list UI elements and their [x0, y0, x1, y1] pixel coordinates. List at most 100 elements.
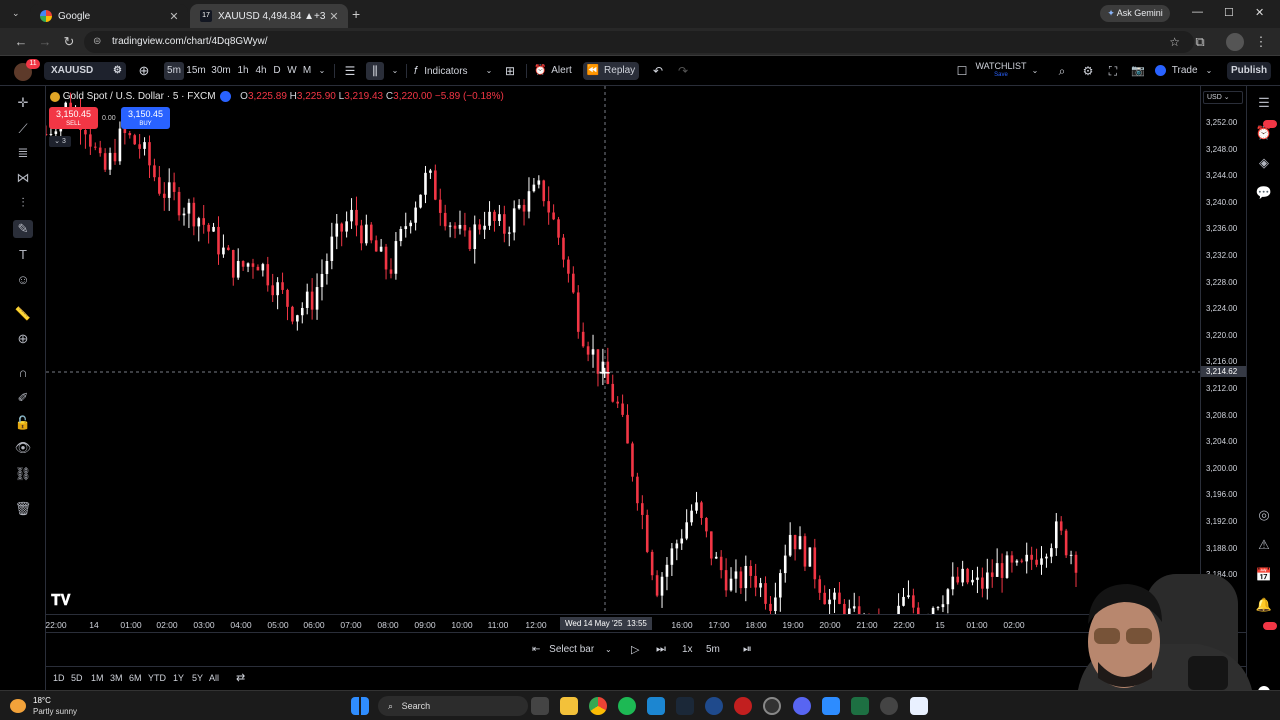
fib-retracement-icon[interactable]: ≣ — [13, 144, 33, 162]
chart-pane[interactable]: + Gold Spot / U.S. Dollar · 5 · FXCM O3,… — [46, 86, 1200, 614]
range-3m[interactable]: 3M — [110, 673, 123, 683]
layers-icon[interactable]: ◈ — [1255, 154, 1273, 172]
select-bar-button[interactable]: ⇤ Select bar ⌄ — [532, 642, 612, 658]
maximize-icon[interactable]: ☐ — [1224, 6, 1234, 19]
range-1d[interactable]: 1D — [53, 673, 65, 683]
price-axis[interactable]: USD ⌄ 3,252.00 3,248.00 3,244.00 3,240.00 3,… — [1200, 86, 1247, 614]
watchlist-button[interactable]: WATCHLIST Save — [974, 62, 1028, 80]
step-forward-icon[interactable]: ⏭ — [656, 643, 666, 656]
chevron-down-icon[interactable]: ⌄ — [316, 62, 328, 80]
watchlist-checkbox[interactable]: ☐ — [955, 62, 969, 80]
obs-icon[interactable] — [763, 697, 781, 715]
fullscreen-icon[interactable]: ⛶ — [1105, 62, 1121, 80]
candlestick-chart[interactable]: + — [46, 86, 1200, 614]
range-5y[interactable]: 5Y — [192, 673, 203, 683]
crosshair-icon[interactable]: ✛ — [13, 94, 33, 112]
ruler-icon[interactable]: 📏 — [13, 305, 33, 323]
magnet-icon[interactable]: ∩ — [13, 364, 33, 382]
weather-widget[interactable]: 18°C Partly sunny — [10, 695, 100, 717]
symbol-search-button[interactable]: XAUUSD ⚙ — [44, 62, 126, 80]
eye-icon[interactable]: 👁 — [13, 439, 33, 457]
range-all[interactable]: All — [209, 673, 219, 683]
interval-m[interactable]: M — [301, 62, 313, 80]
close-icon[interactable]: ✕ — [326, 10, 342, 23]
ideas-icon[interactable]: ⚠ — [1255, 536, 1273, 554]
back-icon[interactable]: ← — [12, 33, 30, 51]
replay-button[interactable]: ⏪ Replay — [583, 62, 639, 80]
range-5d[interactable]: 5D — [71, 673, 83, 683]
bars-style-icon[interactable]: ☰ — [342, 62, 358, 80]
trash-icon[interactable]: 🗑 — [13, 500, 33, 518]
new-tab-icon[interactable]: + — [352, 6, 360, 22]
ask-gemini-button[interactable]: ✦ Ask Gemini — [1100, 5, 1170, 22]
chevron-down-icon[interactable]: ⌄ — [1030, 62, 1040, 80]
range-ytd[interactable]: YTD — [148, 673, 166, 683]
sell-button[interactable]: 3,150.45 SELL — [49, 107, 98, 129]
interval-5m[interactable]: 5m — [164, 62, 184, 80]
time-axis[interactable]: 22:00 14 01:00 02:00 03:00 04:00 05:00 06:00 07:… — [45, 614, 1225, 632]
buy-button[interactable]: 3,150.45 BUY — [121, 107, 170, 129]
menu-icon[interactable]: ⋮ — [1252, 33, 1270, 51]
reload-icon[interactable]: ↻ — [60, 33, 78, 51]
range-6m[interactable]: 6M — [129, 673, 142, 683]
tab-list-icon[interactable]: ⌄ — [12, 8, 20, 19]
taskbar-search[interactable]: ⌕ Search — [378, 696, 528, 716]
chrome-icon[interactable] — [589, 697, 607, 715]
alert-button[interactable]: ⏰ Alert — [534, 62, 578, 80]
redo-icon[interactable]: ↷ — [676, 62, 690, 80]
minimize-icon[interactable]: — — [1192, 6, 1203, 18]
chevron-down-icon[interactable]: ⌄ — [605, 645, 612, 654]
compare-icon[interactable]: ⊕ — [136, 62, 152, 80]
zoom-icon[interactable] — [822, 697, 840, 715]
file-explorer-icon[interactable] — [560, 697, 578, 715]
candles-style-icon[interactable]: ⫼ — [366, 62, 384, 80]
target-icon[interactable]: ◎ — [1255, 506, 1273, 524]
interval-15m[interactable]: 15m — [186, 62, 206, 80]
indicators-button[interactable]: 𝑓 Indicators — [414, 62, 484, 80]
eye-toggle-icon[interactable] — [220, 91, 232, 102]
pencil-lock-icon[interactable]: ✐ — [13, 389, 33, 407]
start-windows-icon[interactable] — [351, 697, 369, 715]
tab-xauusd[interactable]: 17 XAUUSD 4,494.84 ▲+3.71% W ✕ — [190, 4, 348, 28]
profile-avatar[interactable] — [1226, 33, 1244, 51]
replay-interval[interactable]: 5m — [706, 644, 720, 655]
chat-icon[interactable]: 💬 — [1255, 184, 1273, 202]
settings-gear-icon[interactable]: ⚙ — [1080, 62, 1096, 80]
app-icon[interactable] — [734, 697, 752, 715]
interval-1h[interactable]: 1h — [235, 62, 251, 80]
currency-selector[interactable]: USD ⌄ — [1203, 91, 1243, 104]
excel-icon[interactable] — [851, 697, 869, 715]
indicators-collapse-button[interactable]: ⌄ 3 — [49, 136, 71, 147]
trend-line-icon[interactable]: ⟋ — [13, 120, 33, 138]
forward-icon[interactable]: → — [36, 33, 54, 51]
extensions-icon[interactable]: ⧉ — [1191, 33, 1209, 51]
chevron-down-icon[interactable]: ⌄ — [390, 62, 400, 80]
emoji-icon[interactable]: ☺ — [13, 271, 33, 289]
brush-icon[interactable]: ✎ — [13, 220, 33, 238]
close-icon[interactable]: ✕ — [166, 10, 182, 23]
close-window-icon[interactable]: ✕ — [1255, 6, 1264, 19]
steam-icon[interactable] — [676, 697, 694, 715]
range-1y[interactable]: 1Y — [173, 673, 184, 683]
interval-d[interactable]: D — [271, 62, 283, 80]
camera-icon[interactable]: 📷 — [1130, 62, 1146, 80]
zoom-in-icon[interactable]: ⊕ — [13, 330, 33, 348]
publish-button[interactable]: Publish — [1227, 62, 1271, 80]
range-1m[interactable]: 1M — [91, 673, 104, 683]
site-info-icon[interactable]: ⊜ — [93, 31, 101, 53]
url-field[interactable]: ⊜ tradingview.com/chart/4Dq8GWyw/ ☆ — [84, 31, 1194, 53]
watchlist-icon[interactable]: ☰ — [1255, 94, 1273, 112]
jump-to-realtime-icon[interactable]: ⏯ — [743, 643, 752, 656]
chevron-down-icon[interactable]: ⌄ — [484, 62, 494, 80]
trade-button[interactable]: Trade — [1155, 62, 1201, 80]
bookmark-star-icon[interactable]: ☆ — [1169, 31, 1180, 53]
link-icon[interactable]: ⛓ — [13, 465, 33, 483]
play-icon[interactable]: ▷ — [631, 643, 639, 656]
undo-icon[interactable]: ↶ — [651, 62, 665, 80]
search-icon[interactable]: ⌕ — [1054, 62, 1070, 80]
discord-icon[interactable] — [793, 697, 811, 715]
chevron-down-icon[interactable]: ⌄ — [1204, 62, 1214, 80]
text-icon[interactable]: T — [13, 246, 33, 264]
gear-icon[interactable]: ⚙ — [113, 62, 122, 80]
layout-grid-icon[interactable]: ⊞ — [502, 62, 518, 80]
